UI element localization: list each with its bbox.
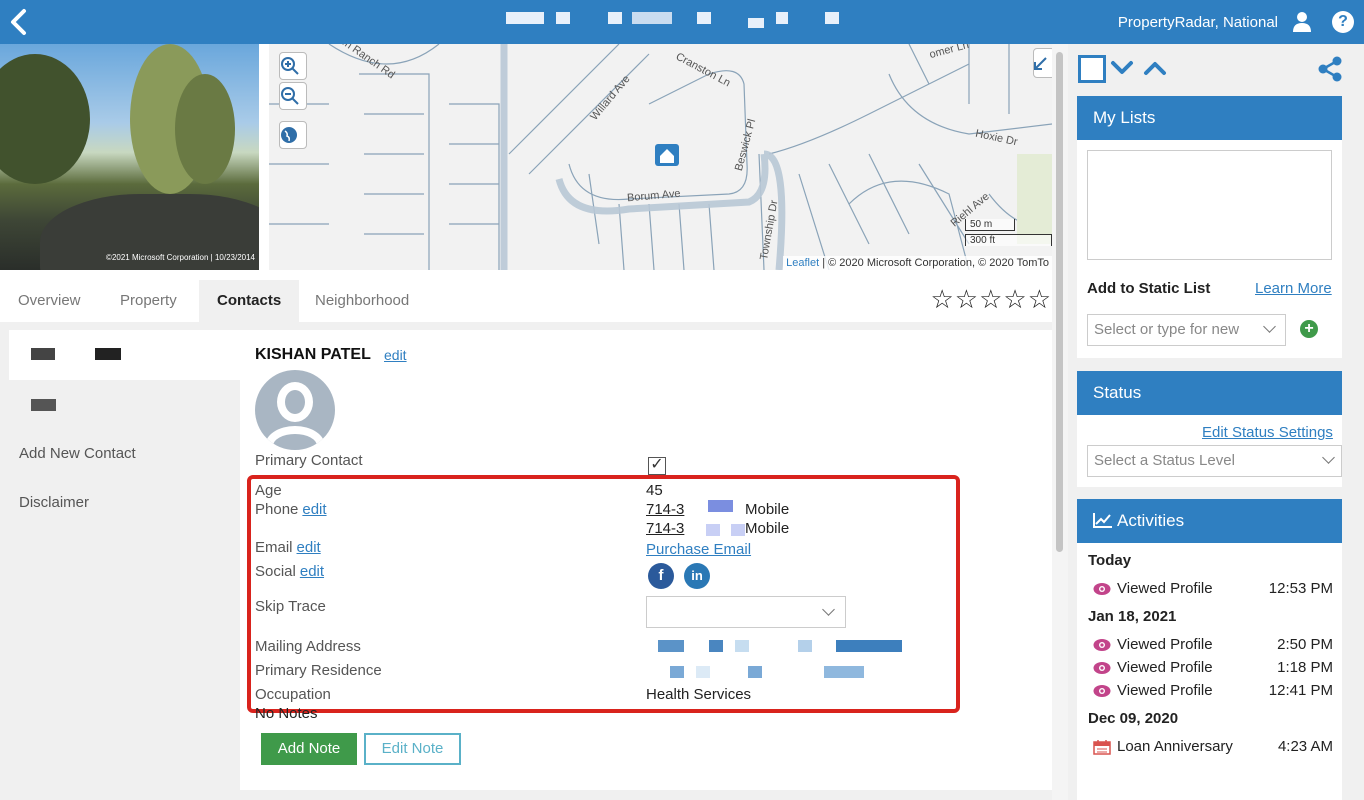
eye-icon (1093, 639, 1111, 651)
main-scrollbar[interactable] (1052, 44, 1068, 800)
primary-contact-label: Primary Contact (255, 452, 363, 469)
primary-contact-checkbox[interactable]: ✓ (648, 457, 666, 475)
activity-day: Jan 18, 2021 (1088, 608, 1177, 625)
activity-day: Today (1088, 552, 1132, 569)
tab-contacts[interactable]: Contacts (199, 280, 300, 322)
activities-header: Activities (1077, 499, 1342, 543)
avatar-body (265, 426, 325, 450)
tab-underline (18, 374, 142, 380)
back-arrow-icon[interactable] (8, 8, 30, 36)
add-static-list-label: Add to Static List (1087, 280, 1211, 297)
zoom-out-icon (281, 87, 299, 105)
redacted-address (776, 12, 788, 24)
activity-time: 4:23 AM (1277, 738, 1333, 755)
static-list-select[interactable]: Select or type for new (1087, 314, 1286, 346)
account-name[interactable]: PropertyRadar, National (1118, 14, 1278, 31)
edit-status-settings-link[interactable]: Edit Status Settings (1202, 424, 1333, 441)
activity-time: 12:53 PM (1268, 580, 1333, 597)
status-level-select[interactable]: Select a Status Level (1087, 445, 1342, 477)
map-scale-imperial: 300 ft (965, 234, 1052, 246)
activity-row: Loan Anniversary 4:23 AM (1093, 738, 1333, 758)
activity-row: Viewed Profile 1:18 PM (1093, 659, 1333, 679)
my-lists-header: My Lists (1077, 96, 1342, 140)
map-scale-metric: 50 m (965, 219, 1015, 231)
scrollbar-thumb[interactable] (1056, 52, 1063, 552)
status-header: Status (1077, 371, 1342, 415)
redacted-contact-name (95, 348, 121, 360)
activity-text: Viewed Profile (1117, 682, 1213, 699)
chevron-down-icon[interactable] (1110, 58, 1134, 78)
redacted-address (748, 18, 764, 28)
expand-icon (1034, 57, 1047, 70)
tree-shape (175, 74, 235, 184)
street-view-photo[interactable]: ©2021 Microsoft Corporation | 10/23/2014 (0, 44, 259, 270)
avatar-head (277, 382, 313, 422)
activity-time: 1:18 PM (1277, 659, 1333, 676)
eye-icon (1093, 583, 1111, 595)
redacted-address (697, 12, 711, 24)
tab-bar: Overview Property Contacts Neighborhood … (0, 280, 1052, 322)
attribution-text: | © 2020 Microsoft Corporation, © 2020 T… (822, 257, 1049, 269)
avatar (255, 370, 335, 450)
notes-text: No Notes (255, 705, 318, 722)
activity-text: Viewed Profile (1117, 580, 1213, 597)
contact-name: KISHAN PATEL (255, 346, 371, 363)
expand-map-button[interactable] (1033, 48, 1052, 78)
add-list-icon[interactable]: + (1300, 320, 1318, 338)
redacted-address (608, 12, 622, 24)
contacts-sidenav: Add New Contact Disclaimer (9, 330, 240, 800)
my-lists-box[interactable] (1087, 150, 1332, 260)
redacted-address (506, 12, 544, 24)
activity-row: Viewed Profile 12:41 PM (1093, 682, 1333, 702)
add-note-button[interactable]: Add Note (261, 733, 357, 765)
tab-property[interactable]: Property (102, 280, 195, 322)
add-new-contact-link[interactable]: Add New Contact (19, 445, 136, 462)
learn-more-link[interactable]: Learn More (1255, 280, 1332, 297)
redacted-contact-name (31, 348, 55, 360)
share-icon[interactable] (1316, 55, 1344, 83)
disclaimer-link[interactable]: Disclaimer (19, 494, 89, 511)
tab-overview[interactable]: Overview (0, 280, 99, 322)
help-icon[interactable]: ? (1332, 11, 1354, 33)
tree-shape (0, 54, 90, 184)
zoom-in-icon (281, 57, 299, 75)
redacted-contact-item[interactable] (31, 399, 56, 411)
photo-credit: ©2021 Microsoft Corporation | 10/23/2014 (106, 253, 255, 262)
activity-time: 12:41 PM (1268, 682, 1333, 699)
chevron-up-icon[interactable] (1143, 58, 1167, 78)
user-icon[interactable] (1292, 11, 1312, 33)
chart-line-icon (1093, 513, 1112, 528)
globe-icon (281, 127, 297, 143)
top-bar: PropertyRadar, National ? (0, 0, 1364, 44)
star-rating[interactable]: ☆☆☆☆☆ (930, 284, 1052, 315)
eye-icon (1093, 685, 1111, 697)
activity-row: Viewed Profile 12:53 PM (1093, 580, 1333, 600)
redacted-address (556, 12, 570, 24)
activity-text: Viewed Profile (1117, 636, 1213, 653)
leaflet-link[interactable]: Leaflet (786, 257, 819, 269)
activity-day: Dec 09, 2020 (1088, 710, 1179, 727)
zoom-in-button[interactable] (279, 52, 307, 80)
calendar-icon (1093, 740, 1111, 755)
map-attribution: Leaflet | © 2020 Microsoft Corporation, … (783, 256, 1052, 270)
activity-text: Loan Anniversary (1117, 738, 1233, 755)
property-map[interactable]: Cranston Ln Willard Ave Beswick Pl Borum… (269, 44, 1052, 270)
edit-note-button[interactable]: Edit Note (364, 733, 461, 765)
tab-neighborhood[interactable]: Neighborhood (297, 280, 427, 322)
redacted-address (825, 12, 839, 24)
activity-time: 2:50 PM (1277, 636, 1333, 653)
redacted-address (632, 12, 672, 24)
map-layers-button[interactable] (279, 121, 307, 149)
highlight-box (247, 475, 960, 713)
zoom-out-button[interactable] (279, 82, 307, 110)
selected-contact-item[interactable] (9, 330, 240, 380)
select-checkbox[interactable] (1078, 55, 1106, 83)
activity-text: Viewed Profile (1117, 659, 1213, 676)
activities-title: Activities (1117, 511, 1185, 530)
activity-row: Viewed Profile 2:50 PM (1093, 636, 1333, 656)
eye-icon (1093, 662, 1111, 674)
edit-name-link[interactable]: edit (384, 347, 407, 363)
